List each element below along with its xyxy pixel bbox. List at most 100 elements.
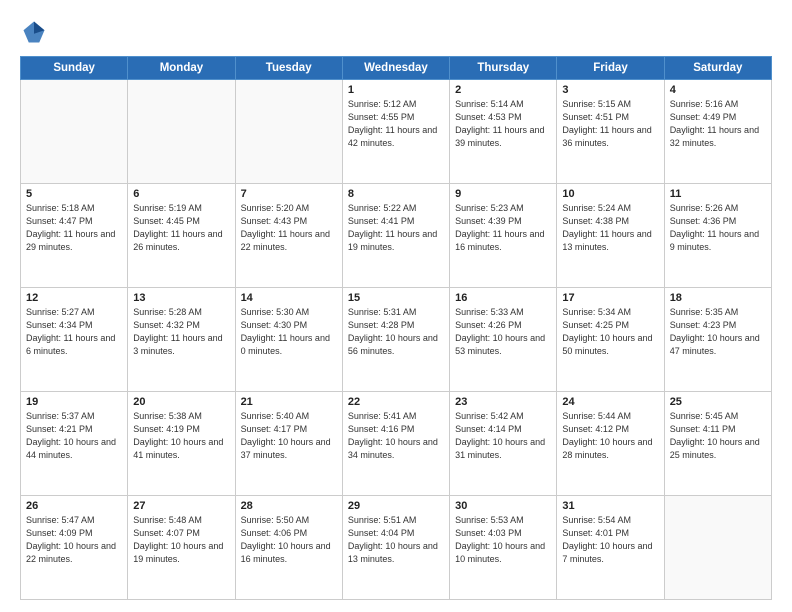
calendar-cell: 3 Sunrise: 5:15 AM Sunset: 4:51 PM Daylig… xyxy=(557,80,664,184)
calendar-cell: 22 Sunrise: 5:41 AM Sunset: 4:16 PM Dayli… xyxy=(342,392,449,496)
calendar-cell: 15 Sunrise: 5:31 AM Sunset: 4:28 PM Dayli… xyxy=(342,288,449,392)
day-info: Sunrise: 5:37 AM Sunset: 4:21 PM Dayligh… xyxy=(26,410,122,462)
weekday-header-thursday: Thursday xyxy=(450,57,557,80)
calendar-cell: 7 Sunrise: 5:20 AM Sunset: 4:43 PM Daylig… xyxy=(235,184,342,288)
day-number: 22 xyxy=(348,396,444,408)
day-info: Sunrise: 5:14 AM Sunset: 4:53 PM Dayligh… xyxy=(455,98,551,150)
calendar-cell: 2 Sunrise: 5:14 AM Sunset: 4:53 PM Daylig… xyxy=(450,80,557,184)
calendar-cell xyxy=(664,496,771,600)
page: SundayMondayTuesdayWednesdayThursdayFrid… xyxy=(0,0,792,612)
weekday-header-wednesday: Wednesday xyxy=(342,57,449,80)
calendar-cell xyxy=(235,80,342,184)
week-row-2: 12 Sunrise: 5:27 AM Sunset: 4:34 PM Dayli… xyxy=(21,288,772,392)
day-number: 15 xyxy=(348,292,444,304)
calendar-cell: 13 Sunrise: 5:28 AM Sunset: 4:32 PM Dayli… xyxy=(128,288,235,392)
weekday-header-friday: Friday xyxy=(557,57,664,80)
calendar-cell xyxy=(21,80,128,184)
weekday-header-saturday: Saturday xyxy=(664,57,771,80)
calendar-cell: 25 Sunrise: 5:45 AM Sunset: 4:11 PM Dayli… xyxy=(664,392,771,496)
day-number: 3 xyxy=(562,84,658,96)
day-number: 14 xyxy=(241,292,337,304)
day-info: Sunrise: 5:48 AM Sunset: 4:07 PM Dayligh… xyxy=(133,514,229,566)
calendar-cell: 29 Sunrise: 5:51 AM Sunset: 4:04 PM Dayli… xyxy=(342,496,449,600)
day-number: 4 xyxy=(670,84,766,96)
day-info: Sunrise: 5:33 AM Sunset: 4:26 PM Dayligh… xyxy=(455,306,551,358)
day-number: 25 xyxy=(670,396,766,408)
day-info: Sunrise: 5:47 AM Sunset: 4:09 PM Dayligh… xyxy=(26,514,122,566)
day-info: Sunrise: 5:12 AM Sunset: 4:55 PM Dayligh… xyxy=(348,98,444,150)
day-info: Sunrise: 5:34 AM Sunset: 4:25 PM Dayligh… xyxy=(562,306,658,358)
day-info: Sunrise: 5:40 AM Sunset: 4:17 PM Dayligh… xyxy=(241,410,337,462)
day-number: 2 xyxy=(455,84,551,96)
day-number: 1 xyxy=(348,84,444,96)
week-row-0: 1 Sunrise: 5:12 AM Sunset: 4:55 PM Daylig… xyxy=(21,80,772,184)
day-info: Sunrise: 5:53 AM Sunset: 4:03 PM Dayligh… xyxy=(455,514,551,566)
calendar-header: SundayMondayTuesdayWednesdayThursdayFrid… xyxy=(21,57,772,80)
calendar-cell: 21 Sunrise: 5:40 AM Sunset: 4:17 PM Dayli… xyxy=(235,392,342,496)
day-info: Sunrise: 5:50 AM Sunset: 4:06 PM Dayligh… xyxy=(241,514,337,566)
day-number: 30 xyxy=(455,500,551,512)
day-info: Sunrise: 5:54 AM Sunset: 4:01 PM Dayligh… xyxy=(562,514,658,566)
day-number: 17 xyxy=(562,292,658,304)
calendar-cell: 16 Sunrise: 5:33 AM Sunset: 4:26 PM Dayli… xyxy=(450,288,557,392)
day-info: Sunrise: 5:30 AM Sunset: 4:30 PM Dayligh… xyxy=(241,306,337,358)
calendar-table: SundayMondayTuesdayWednesdayThursdayFrid… xyxy=(20,56,772,600)
day-info: Sunrise: 5:18 AM Sunset: 4:47 PM Dayligh… xyxy=(26,202,122,254)
calendar-cell xyxy=(128,80,235,184)
calendar-cell: 11 Sunrise: 5:26 AM Sunset: 4:36 PM Dayli… xyxy=(664,184,771,288)
calendar-cell: 20Sunrise: 5:38 AM Sunset: 4:19 PM Dayli… xyxy=(128,392,235,496)
day-number: 11 xyxy=(670,188,766,200)
day-number: 8 xyxy=(348,188,444,200)
day-number: 27 xyxy=(133,500,229,512)
calendar-cell: 9Sunrise: 5:23 AM Sunset: 4:39 PM Daylig… xyxy=(450,184,557,288)
day-number: 18 xyxy=(670,292,766,304)
day-info: Sunrise: 5:51 AM Sunset: 4:04 PM Dayligh… xyxy=(348,514,444,566)
day-info: Sunrise: 5:35 AM Sunset: 4:23 PM Dayligh… xyxy=(670,306,766,358)
calendar-cell: 5 Sunrise: 5:18 AM Sunset: 4:47 PM Daylig… xyxy=(21,184,128,288)
calendar-cell: 12 Sunrise: 5:27 AM Sunset: 4:34 PM Dayli… xyxy=(21,288,128,392)
day-number: 26 xyxy=(26,500,122,512)
day-info: Sunrise: 5:24 AM Sunset: 4:38 PM Dayligh… xyxy=(562,202,658,254)
week-row-4: 26 Sunrise: 5:47 AM Sunset: 4:09 PM Dayli… xyxy=(21,496,772,600)
header xyxy=(20,18,772,46)
day-info: Sunrise: 5:31 AM Sunset: 4:28 PM Dayligh… xyxy=(348,306,444,358)
calendar-body: 1 Sunrise: 5:12 AM Sunset: 4:55 PM Daylig… xyxy=(21,80,772,600)
calendar-cell: 10 Sunrise: 5:24 AM Sunset: 4:38 PM Dayli… xyxy=(557,184,664,288)
calendar-cell: 1 Sunrise: 5:12 AM Sunset: 4:55 PM Daylig… xyxy=(342,80,449,184)
week-row-3: 19Sunrise: 5:37 AM Sunset: 4:21 PM Dayli… xyxy=(21,392,772,496)
day-info: Sunrise: 5:19 AM Sunset: 4:45 PM Dayligh… xyxy=(133,202,229,254)
day-info: Sunrise: 5:45 AM Sunset: 4:11 PM Dayligh… xyxy=(670,410,766,462)
calendar-cell: 8 Sunrise: 5:22 AM Sunset: 4:41 PM Daylig… xyxy=(342,184,449,288)
calendar-cell: 6Sunrise: 5:19 AM Sunset: 4:45 PM Daylig… xyxy=(128,184,235,288)
day-info: Sunrise: 5:28 AM Sunset: 4:32 PM Dayligh… xyxy=(133,306,229,358)
weekday-header-tuesday: Tuesday xyxy=(235,57,342,80)
day-number: 13 xyxy=(133,292,229,304)
day-info: Sunrise: 5:41 AM Sunset: 4:16 PM Dayligh… xyxy=(348,410,444,462)
calendar-cell: 18 Sunrise: 5:35 AM Sunset: 4:23 PM Dayli… xyxy=(664,288,771,392)
week-row-1: 5 Sunrise: 5:18 AM Sunset: 4:47 PM Daylig… xyxy=(21,184,772,288)
day-info: Sunrise: 5:16 AM Sunset: 4:49 PM Dayligh… xyxy=(670,98,766,150)
day-info: Sunrise: 5:26 AM Sunset: 4:36 PM Dayligh… xyxy=(670,202,766,254)
day-info: Sunrise: 5:15 AM Sunset: 4:51 PM Dayligh… xyxy=(562,98,658,150)
calendar-cell: 19Sunrise: 5:37 AM Sunset: 4:21 PM Dayli… xyxy=(21,392,128,496)
weekday-header-row: SundayMondayTuesdayWednesdayThursdayFrid… xyxy=(21,57,772,80)
calendar-cell: 24Sunrise: 5:44 AM Sunset: 4:12 PM Dayli… xyxy=(557,392,664,496)
day-number: 10 xyxy=(562,188,658,200)
day-info: Sunrise: 5:44 AM Sunset: 4:12 PM Dayligh… xyxy=(562,410,658,462)
day-info: Sunrise: 5:27 AM Sunset: 4:34 PM Dayligh… xyxy=(26,306,122,358)
day-info: Sunrise: 5:38 AM Sunset: 4:19 PM Dayligh… xyxy=(133,410,229,462)
day-number: 29 xyxy=(348,500,444,512)
day-number: 7 xyxy=(241,188,337,200)
calendar-cell: 14 Sunrise: 5:30 AM Sunset: 4:30 PM Dayli… xyxy=(235,288,342,392)
day-info: Sunrise: 5:42 AM Sunset: 4:14 PM Dayligh… xyxy=(455,410,551,462)
calendar-cell: 17 Sunrise: 5:34 AM Sunset: 4:25 PM Dayli… xyxy=(557,288,664,392)
day-number: 16 xyxy=(455,292,551,304)
day-number: 23 xyxy=(455,396,551,408)
day-number: 12 xyxy=(26,292,122,304)
day-number: 28 xyxy=(241,500,337,512)
calendar-cell: 26 Sunrise: 5:47 AM Sunset: 4:09 PM Dayli… xyxy=(21,496,128,600)
day-info: Sunrise: 5:20 AM Sunset: 4:43 PM Dayligh… xyxy=(241,202,337,254)
day-number: 5 xyxy=(26,188,122,200)
day-number: 21 xyxy=(241,396,337,408)
day-info: Sunrise: 5:22 AM Sunset: 4:41 PM Dayligh… xyxy=(348,202,444,254)
